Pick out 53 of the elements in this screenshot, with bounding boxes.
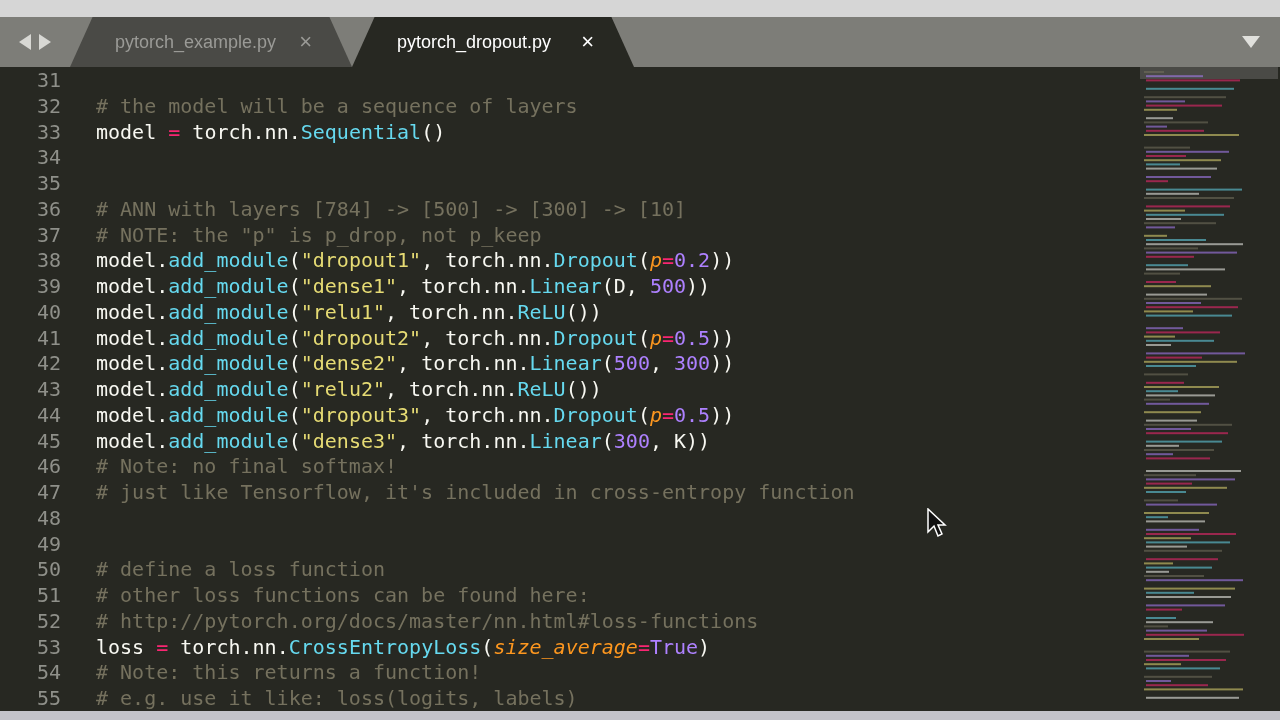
line-number: 51 xyxy=(35,583,61,609)
line-number: 38 xyxy=(35,248,61,274)
code-line: # Note: no final softmax! xyxy=(96,454,398,480)
line-number: 32 xyxy=(35,93,61,120)
dropdown-icon[interactable] xyxy=(1242,36,1260,48)
code-line: # other loss functions can be found here: xyxy=(96,583,590,609)
code-line: # define a loss function xyxy=(96,557,385,583)
code-line: model.add_module("dropout2", torch.nn.Dropout(p=0.5)) xyxy=(96,325,735,352)
line-number: 47 xyxy=(35,480,61,506)
line-number: 53 xyxy=(35,634,61,661)
code-line: # the model will be a sequence of layers xyxy=(96,93,578,120)
line-number: 49 xyxy=(35,531,61,558)
code-line: model.add_module("dropout3", torch.nn.Dropout(p=0.5)) xyxy=(96,402,735,429)
code-line: # just like Tensorflow, it's included in cross-entropy function xyxy=(96,480,855,506)
line-number: 37 xyxy=(35,222,61,249)
code-line: model = torch.nn.Sequential() xyxy=(96,119,446,146)
code-line: loss = torch.nn.CrossEntropyLoss(size_average=True) xyxy=(96,634,711,661)
line-number: 44 xyxy=(35,402,61,429)
line-number: 31 xyxy=(35,68,61,94)
line-number: 50 xyxy=(35,557,61,583)
code-line: # http://pytorch.org/docs/master/nn.html#loss-functions xyxy=(96,608,759,635)
line-number: 36 xyxy=(35,196,61,223)
close-button[interactable]: × xyxy=(581,29,594,55)
code-line: model.add_module("dense1", torch.nn.Linear(D, 500)) xyxy=(96,274,711,300)
line-number: 46 xyxy=(35,454,61,480)
code-line: model.add_module("relu2", torch.nn.ReLU()) xyxy=(96,377,602,403)
back-arrow-icon[interactable] xyxy=(18,34,32,50)
line-number: 42 xyxy=(35,351,61,377)
tab-label: pytorch_dropout.py xyxy=(397,31,552,53)
line-number: 40 xyxy=(35,299,61,326)
line-number: 33 xyxy=(35,119,61,146)
mouse-pointer-icon xyxy=(927,508,947,538)
line-number: 54 xyxy=(35,660,61,686)
forward-arrow-icon[interactable] xyxy=(38,34,52,50)
code-line: model.add_module("dropout1", torch.nn.Dropout(p=0.2)) xyxy=(96,248,735,274)
line-number: 52 xyxy=(35,608,61,635)
line-number: 55 xyxy=(35,686,61,712)
code-line: model.add_module("dense3", torch.nn.Linear(300, K)) xyxy=(96,428,711,455)
line-number: 35 xyxy=(35,171,61,197)
file-tab[interactable]: pytorch_dropout.py × xyxy=(352,17,634,67)
code-line: # Note: this returns a function! xyxy=(96,660,482,686)
line-number: 39 xyxy=(35,274,61,300)
line-number: 43 xyxy=(35,377,61,403)
code-line: model.add_module("relu1", torch.nn.ReLU()) xyxy=(96,299,602,326)
line-number: 45 xyxy=(35,428,61,455)
code-line: # e.g. use it like: loss(logits, labels) xyxy=(96,686,578,712)
line-number: 48 xyxy=(35,505,61,532)
tab-label: pytorch_example.py xyxy=(115,31,277,53)
line-number: 34 xyxy=(35,145,61,171)
code-line: # NOTE: the "p" is p_drop, not p_keep xyxy=(96,222,542,249)
line-number: 41 xyxy=(35,325,61,352)
code-line: # ANN with layers [784] -> [500] -> [300] -> [10] xyxy=(96,196,686,223)
code-line: model.add_module("dense2", torch.nn.Linear(500, 300)) xyxy=(96,351,735,377)
